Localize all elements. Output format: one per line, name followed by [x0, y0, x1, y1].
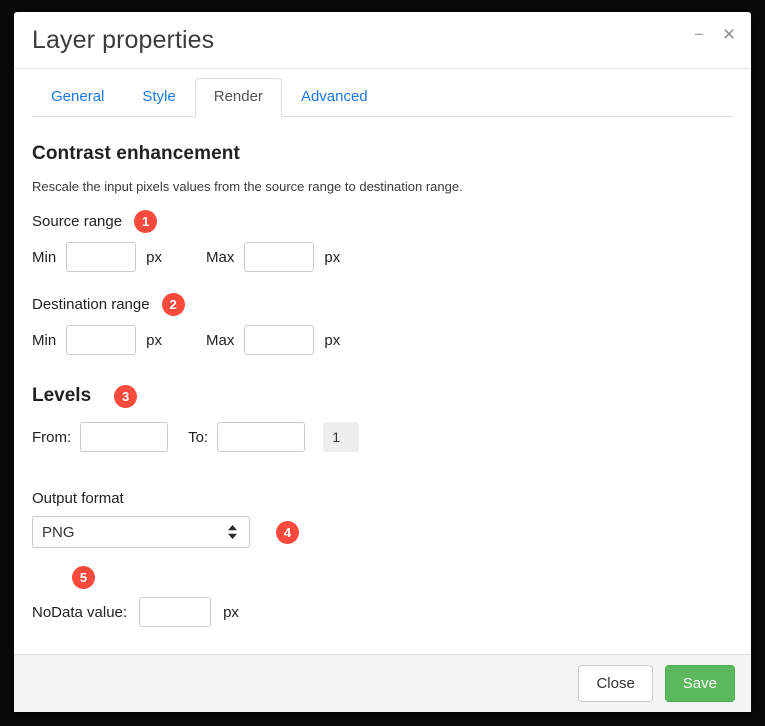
levels-fields: From: To: 1: [32, 421, 733, 453]
destination-max-unit: px: [324, 331, 341, 349]
source-range-label: Source range: [32, 212, 123, 230]
nodata-group: 5 NoData value: px: [32, 566, 733, 627]
destination-min-unit: px: [146, 331, 163, 349]
dialog-titlebar: Layer properties − ×: [14, 12, 751, 69]
levels-from-input[interactable]: [80, 422, 169, 452]
page-title: Layer properties: [32, 25, 215, 54]
source-max-unit: px: [324, 248, 341, 266]
destination-max-input[interactable]: [244, 325, 315, 355]
levels-readonly-value: 1: [323, 422, 360, 452]
nodata-unit: px: [223, 603, 239, 621]
levels-to-input[interactable]: [217, 422, 306, 452]
tab-style[interactable]: Style: [123, 78, 194, 117]
source-min-label: Min: [32, 248, 57, 266]
source-min-unit: px: [146, 248, 163, 266]
source-max-input[interactable]: [244, 242, 315, 272]
output-format-select[interactable]: PNG: [32, 516, 250, 548]
nodata-field-row: NoData value: px: [32, 597, 733, 627]
save-button[interactable]: Save: [664, 665, 735, 702]
annotation-badge-2: 2: [161, 292, 185, 316]
levels-heading: Levels: [32, 385, 92, 406]
output-format-select-wrapper: PNG: [32, 516, 250, 548]
contrast-enhancement-description: Rescale the input pixels values from the…: [32, 179, 463, 194]
destination-min-input[interactable]: [66, 325, 137, 355]
tab-advanced[interactable]: Advanced: [282, 78, 387, 117]
nodata-input[interactable]: [139, 597, 212, 627]
nodata-badge-row: 5: [32, 566, 733, 590]
render-tab-panel: Contrast enhancement Rescale the input p…: [14, 117, 751, 654]
layer-properties-dialog: Layer properties − × General Style Rende…: [14, 12, 751, 712]
source-range-label-row: Source range 1: [32, 209, 733, 233]
minimize-icon[interactable]: −: [691, 26, 707, 43]
levels-from-label: From:: [32, 428, 72, 446]
annotation-badge-4: 4: [276, 520, 299, 544]
tab-general[interactable]: General: [32, 78, 123, 117]
source-range-fields: Min px Max px: [32, 241, 733, 273]
nodata-label: NoData value:: [32, 603, 128, 621]
tab-bar: General Style Render Advanced: [14, 69, 751, 117]
tab-render[interactable]: Render: [194, 78, 282, 117]
levels-to-label: To:: [188, 428, 209, 446]
annotation-badge-1: 1: [134, 209, 158, 233]
destination-min-label: Min: [32, 331, 57, 349]
destination-range-label: Destination range: [32, 295, 150, 313]
source-max-label: Max: [206, 248, 235, 266]
destination-max-label: Max: [206, 331, 235, 349]
dialog-footer: Close Save: [14, 654, 751, 712]
source-min-input[interactable]: [66, 242, 137, 272]
destination-range-fields: Min px Max px: [32, 324, 733, 356]
destination-range-label-row: Destination range 2: [32, 292, 733, 316]
close-button[interactable]: Close: [578, 665, 653, 702]
annotation-badge-5: 5: [72, 566, 95, 589]
output-format-group: Output format PNG 4: [32, 490, 733, 548]
window-controls: − ×: [691, 24, 737, 45]
output-format-label: Output format: [32, 490, 124, 507]
close-icon[interactable]: ×: [721, 24, 737, 45]
contrast-enhancement-heading: Contrast enhancement: [32, 143, 240, 164]
annotation-badge-3: 3: [114, 384, 138, 408]
output-format-row: PNG 4: [32, 516, 733, 548]
levels-heading-row: Levels 3: [32, 384, 733, 408]
